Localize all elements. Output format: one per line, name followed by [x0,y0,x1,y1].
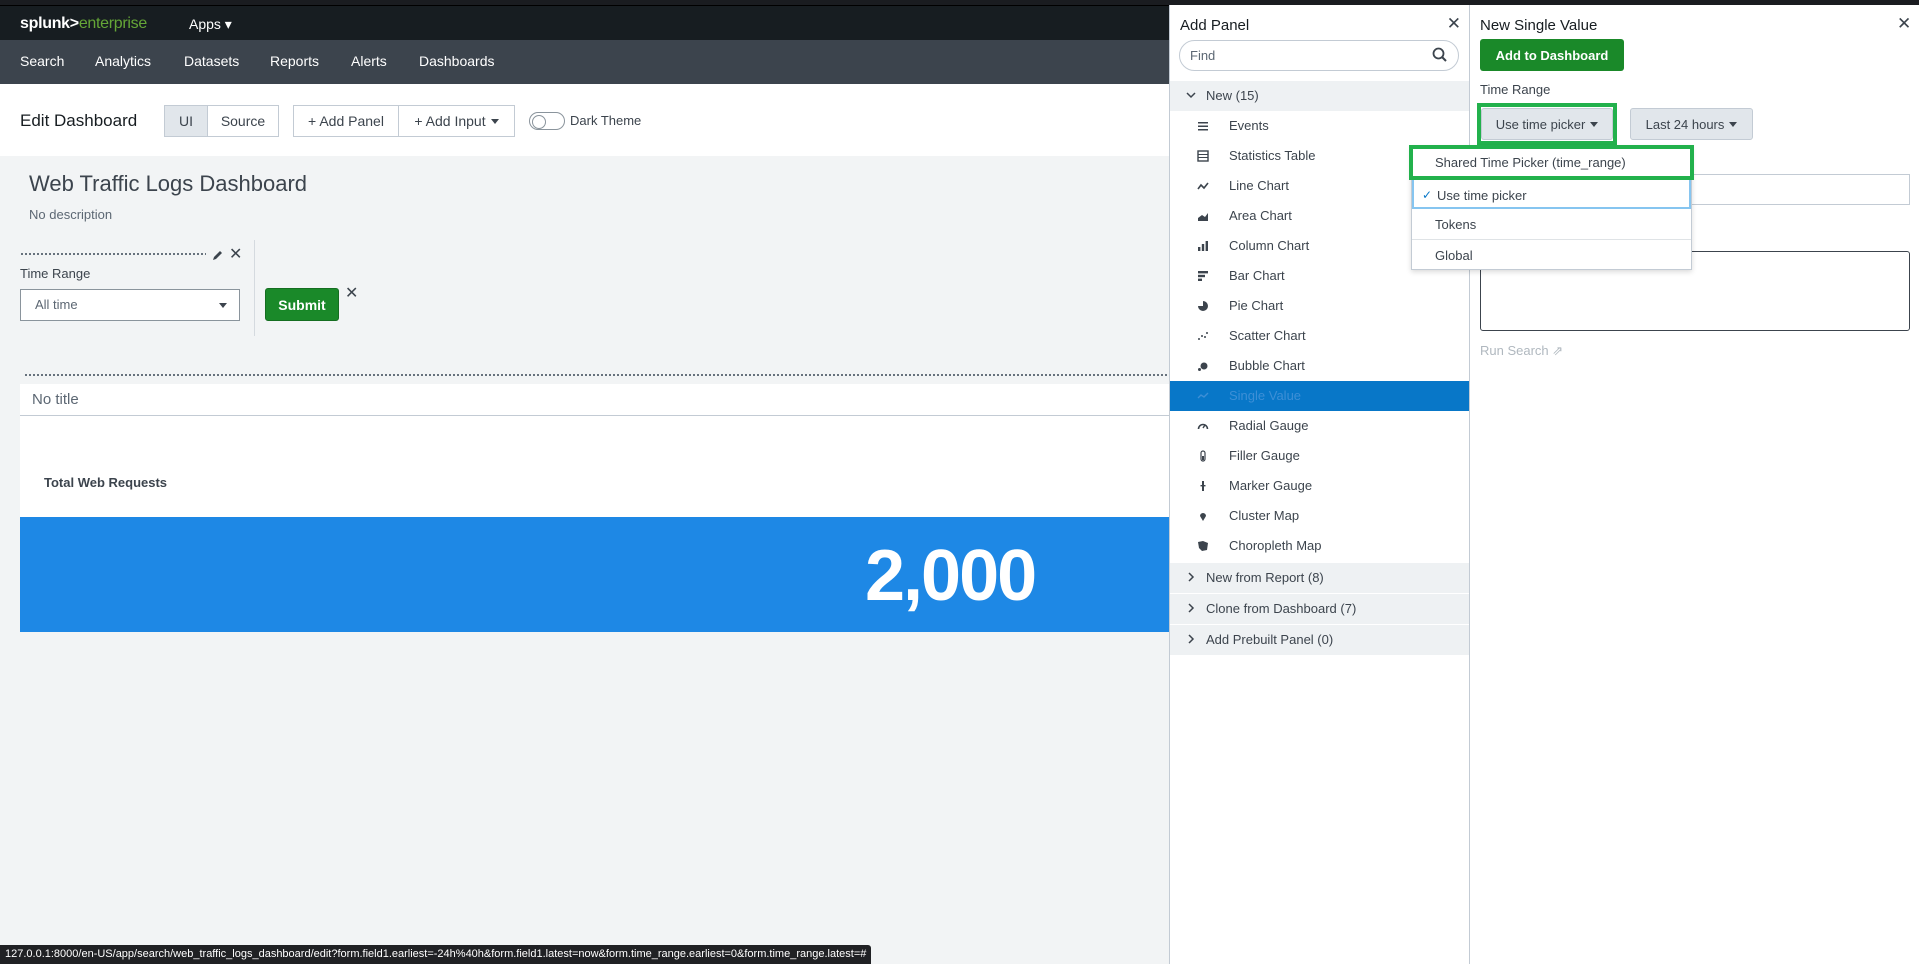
chevron-down-icon [490,118,499,124]
bar-chart-icon [1198,271,1208,281]
area-chart-icon [1198,213,1208,221]
caret-down-icon [219,303,227,308]
external-link-icon: ⇗ [1552,343,1564,358]
category-add-prebuilt-panel[interactable]: Add Prebuilt Panel (0) [1170,625,1469,655]
find-input[interactable]: Find [1179,40,1459,71]
edit-dashboard-title: Edit Dashboard [20,111,138,130]
map-pin-icon [1200,513,1206,521]
checkmark-icon: ✓ [1422,188,1433,202]
radial-gauge-icon [1197,423,1209,430]
time-range-label: Time Range [20,266,91,281]
input-drag-handle[interactable] [20,252,206,257]
pencil-icon[interactable] [212,249,224,261]
viz-bubble-chart[interactable]: Bubble Chart [1170,351,1469,381]
nav-datasets[interactable]: Datasets [184,53,239,69]
viz-marker-gauge[interactable]: Marker Gauge [1170,471,1469,501]
panel-drag-handle[interactable] [24,373,1169,378]
single-value-number: 2,000 [865,536,1037,616]
edit-toolbar: Edit Dashboard UI Source + Add Panel + A… [0,84,1169,156]
add-to-dashboard-button[interactable]: Add to Dashboard [1480,39,1624,71]
submit-button[interactable]: Submit [265,288,339,321]
viz-single-value[interactable]: Single Value [1170,381,1469,411]
panel-body: Total Web Requests [20,416,1169,517]
close-icon[interactable]: ✕ [229,247,242,263]
panel-title[interactable]: No title [32,391,79,408]
dashboard-title: Web Traffic Logs Dashboard [29,171,308,196]
time-preset-button[interactable]: Last 24 hours [1630,108,1753,140]
time-range-select[interactable]: All time [20,289,240,321]
nav-alerts[interactable]: Alerts [351,53,387,69]
add-panel-title: Add Panel [1180,17,1250,34]
option-global[interactable]: Global [1412,240,1691,271]
chevron-down-icon [1186,92,1196,99]
marker-gauge-icon [1200,481,1206,491]
dashboard-description: No description [29,207,113,222]
filler-gauge-icon [1200,450,1206,462]
highlight-frame [1409,145,1694,180]
add-panel-button[interactable]: + Add Panel [293,105,399,137]
column-chart-icon [1198,241,1208,251]
bubble-chart-icon [1198,362,1208,371]
nav-analytics[interactable]: Analytics [95,53,151,69]
time-range-label: Time Range [1480,82,1551,97]
caret-down-icon [1729,121,1738,127]
close-icon[interactable]: ✕ [1447,14,1461,34]
run-search-link[interactable]: Run Search ⇗ [1480,343,1563,359]
close-icon[interactable]: ✕ [345,286,358,302]
pie-chart-icon [1198,301,1208,311]
viz-pie-chart[interactable]: Pie Chart [1170,291,1469,321]
nav-search[interactable]: Search [20,53,64,69]
choropleth-map-icon [1198,541,1208,551]
nav-reports[interactable]: Reports [270,53,319,69]
ui-mode-button[interactable]: UI [164,105,208,137]
events-icon [1198,122,1208,131]
viz-choropleth-map[interactable]: Choropleth Map [1170,531,1469,561]
single-value-label: Total Web Requests [44,475,168,490]
chevron-right-icon [1188,572,1195,582]
table-icon [1197,150,1209,162]
splunk-logo[interactable]: splunk>enterprise [20,15,147,33]
option-tokens[interactable]: Tokens [1412,209,1691,240]
single-value-icon [1197,392,1209,399]
new-single-value-title: New Single Value [1480,17,1598,34]
category-clone-from-dashboard[interactable]: Clone from Dashboard (7) [1170,594,1469,624]
nav-dashboards[interactable]: Dashboards [419,53,495,69]
apps-menu[interactable]: Apps ▾ [189,16,232,33]
viz-radial-gauge[interactable]: Radial Gauge [1170,411,1469,441]
category-new-from-report[interactable]: New from Report (8) [1170,563,1469,593]
chevron-right-icon [1188,634,1195,644]
close-icon[interactable]: ✕ [1897,14,1911,34]
viz-filler-gauge[interactable]: Filler Gauge [1170,441,1469,471]
single-value-visualization[interactable]: 2,000 [20,517,1169,632]
category-new[interactable]: New (15) [1170,81,1469,111]
viz-cluster-map[interactable]: Cluster Map [1170,501,1469,531]
scatter-chart-icon [1198,332,1208,340]
viz-events[interactable]: Events [1170,111,1469,141]
viz-scatter-chart[interactable]: Scatter Chart [1170,321,1469,351]
search-icon [1432,47,1447,62]
panel-header: No title [20,384,1169,416]
source-mode-button[interactable]: Source [207,105,279,137]
chevron-right-icon [1188,603,1195,613]
input-divider [254,240,255,336]
line-chart-icon [1197,182,1209,190]
dark-theme-toggle[interactable] [529,112,565,130]
highlight-frame [1477,103,1617,145]
add-input-button[interactable]: + Add Input [398,105,515,137]
status-url: 127.0.0.1:8000/en-US/app/search/web_traf… [0,945,872,964]
option-use-time-picker[interactable]: ✓ Use time picker [1412,178,1691,209]
dark-theme-label: Dark Theme [570,113,642,128]
